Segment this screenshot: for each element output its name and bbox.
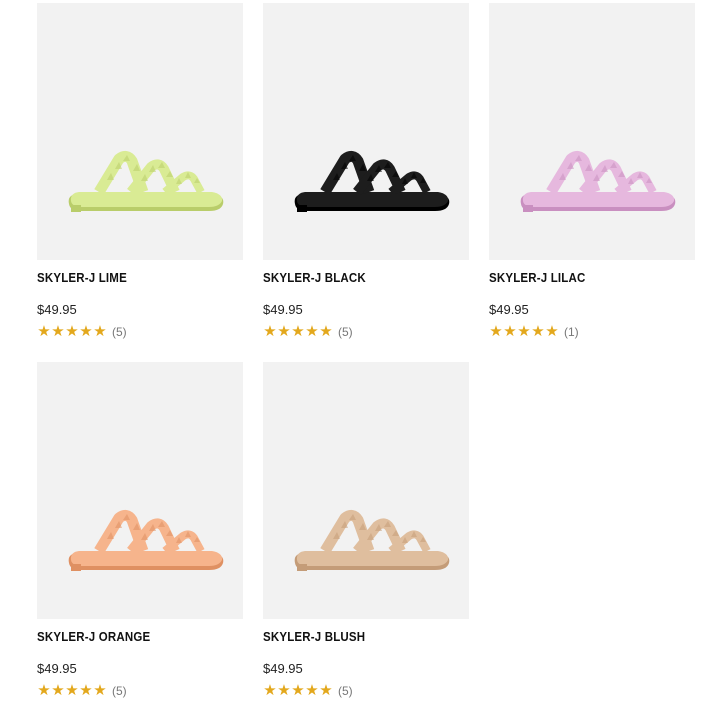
product-price: $49.95 [263,661,303,676]
product-image[interactable] [263,362,469,619]
star-icon: ★ [291,323,305,340]
star-icon: ★ [93,323,107,340]
product-name[interactable]: SKYLER-J LIME [37,271,127,285]
rating-stars: ★ ★ ★ ★ ★ [37,324,107,340]
product-card[interactable]: SKYLER-J LIME $49.95 ★ ★ ★ ★ ★ (5) [37,3,243,340]
star-icon: ★ [517,323,531,340]
sandal-illustration [520,150,676,212]
product-image[interactable] [37,362,243,619]
star-icon: ★ [79,323,93,340]
product-rating[interactable]: ★ ★ ★ ★ ★ (5) [263,683,353,699]
star-icon: ★ [277,682,291,699]
rating-stars: ★ ★ ★ ★ ★ [263,683,333,699]
sandal-illustration [68,509,224,571]
product-image[interactable] [263,3,469,260]
product-card[interactable]: SKYLER-J BLUSH $49.95 ★ ★ ★ ★ ★ (5) [263,362,469,699]
review-count: (5) [112,684,127,698]
rating-stars: ★ ★ ★ ★ ★ [37,683,107,699]
star-icon: ★ [277,323,291,340]
rating-stars: ★ ★ ★ ★ ★ [263,324,333,340]
product-price: $49.95 [37,661,77,676]
star-icon: ★ [545,323,559,340]
product-card[interactable]: SKYLER-J LILAC $49.95 ★ ★ ★ ★ ★ (1) [489,3,695,340]
product-rating[interactable]: ★ ★ ★ ★ ★ (5) [37,324,127,340]
product-image[interactable] [37,3,243,260]
star-icon: ★ [263,323,277,340]
star-icon: ★ [93,682,107,699]
star-icon: ★ [305,323,319,340]
review-count: (5) [338,684,353,698]
star-icon: ★ [489,323,503,340]
review-count: (5) [112,325,127,339]
product-rating[interactable]: ★ ★ ★ ★ ★ (5) [263,324,353,340]
star-icon: ★ [37,682,51,699]
star-icon: ★ [319,323,333,340]
star-icon: ★ [531,323,545,340]
sandal-illustration [68,150,224,212]
star-icon: ★ [291,682,305,699]
sandal-illustration [294,150,450,212]
product-name[interactable]: SKYLER-J BLUSH [263,630,365,644]
star-icon: ★ [65,323,79,340]
product-card[interactable]: SKYLER-J ORANGE $49.95 ★ ★ ★ ★ ★ (5) [37,362,243,699]
product-image[interactable] [489,3,695,260]
rating-stars: ★ ★ ★ ★ ★ [489,324,559,340]
product-rating[interactable]: ★ ★ ★ ★ ★ (5) [37,683,127,699]
product-price: $49.95 [489,302,529,317]
product-price: $49.95 [37,302,77,317]
star-icon: ★ [79,682,93,699]
sandal-illustration [294,509,450,571]
product-name[interactable]: SKYLER-J BLACK [263,271,366,285]
star-icon: ★ [37,323,51,340]
star-icon: ★ [51,323,65,340]
star-icon: ★ [319,682,333,699]
review-count: (5) [338,325,353,339]
product-name[interactable]: SKYLER-J LILAC [489,271,585,285]
star-icon: ★ [65,682,79,699]
product-price: $49.95 [263,302,303,317]
review-count: (1) [564,325,579,339]
star-icon: ★ [503,323,517,340]
star-icon: ★ [305,682,319,699]
star-icon: ★ [263,682,277,699]
product-name[interactable]: SKYLER-J ORANGE [37,630,150,644]
product-card[interactable]: SKYLER-J BLACK $49.95 ★ ★ ★ ★ ★ (5) [263,3,469,340]
star-icon: ★ [51,682,65,699]
product-rating[interactable]: ★ ★ ★ ★ ★ (1) [489,324,579,340]
